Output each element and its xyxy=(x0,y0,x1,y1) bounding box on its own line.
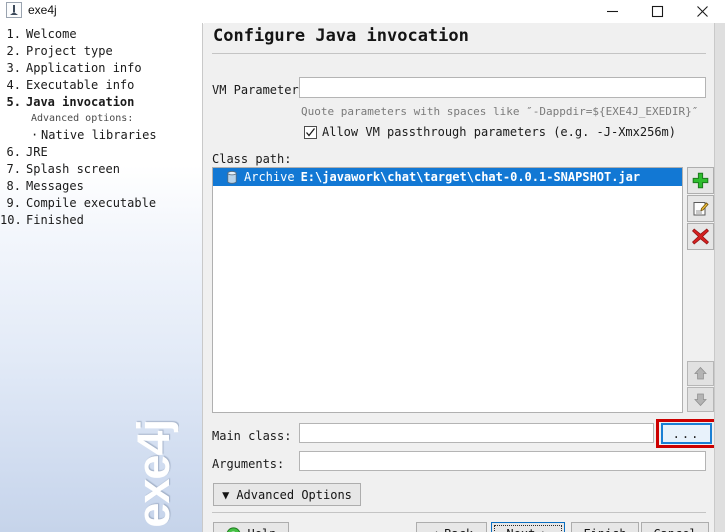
help-label: Help xyxy=(248,527,277,532)
move-classpath-entry-up-button[interactable] xyxy=(687,361,714,386)
step-label: Welcome xyxy=(26,27,77,41)
back-button[interactable]: ◀ Back xyxy=(416,522,487,532)
close-icon xyxy=(697,6,708,17)
substep-label: Native libraries xyxy=(41,128,157,142)
maximize-icon xyxy=(651,5,664,18)
footer-divider xyxy=(212,512,706,513)
sidebar-item-finished[interactable]: 10. Finished xyxy=(0,212,202,229)
sidebar-item-jre[interactable]: 6. JRE xyxy=(0,144,202,161)
exe4j-watermark: exe4j xyxy=(128,420,179,528)
cancel-label: Cancel xyxy=(653,527,696,532)
step-label: Compile executable xyxy=(26,196,157,210)
step-label: Messages xyxy=(26,179,84,193)
step-number: 9. xyxy=(6,196,21,210)
advanced-options-toggle[interactable]: ▼ Advanced Options xyxy=(213,483,361,506)
maximize-button[interactable] xyxy=(635,0,680,23)
close-button[interactable] xyxy=(680,0,725,23)
window-title: exe4j xyxy=(28,3,57,17)
sidebar-item-java-invocation[interactable]: 5. Java invocation xyxy=(0,94,202,111)
sidebar-item-splash-screen[interactable]: 7. Splash screen xyxy=(0,161,202,178)
step-number: 5. xyxy=(6,95,21,109)
title-divider xyxy=(212,53,706,54)
step-number: 10. xyxy=(0,213,22,227)
exe4j-wizard-window: exe4j 1. Welcome 2. Project type 3. Appl… xyxy=(0,0,725,532)
next-button[interactable]: Next ▶ xyxy=(491,522,565,532)
sidebar-item-executable-info[interactable]: 4. Executable info xyxy=(0,77,202,94)
step-label: JRE xyxy=(26,145,48,159)
class-path-entry-path: E:\javawork\chat\target\chat-0.0.1-SNAPS… xyxy=(300,170,641,184)
step-number: 8. xyxy=(6,179,21,193)
allow-vm-passthrough-checkbox[interactable] xyxy=(304,125,317,139)
exe4j-app-icon xyxy=(6,2,22,18)
help-button[interactable]: ? Help xyxy=(213,522,289,532)
title-bar: exe4j xyxy=(0,0,725,24)
main-class-label: Main class: xyxy=(212,429,292,443)
sidebar-item-project-type[interactable]: 2. Project type xyxy=(0,43,202,60)
step-label: Splash screen xyxy=(26,162,120,176)
main-class-input[interactable] xyxy=(299,423,654,443)
red-x-icon xyxy=(692,228,709,245)
step-list: 1. Welcome 2. Project type 3. Applicatio… xyxy=(0,26,202,229)
edit-classpath-entry-button[interactable] xyxy=(687,195,714,222)
back-label: Back xyxy=(444,527,473,532)
title-bar-left: exe4j xyxy=(6,2,57,18)
window-right-edge xyxy=(714,23,725,532)
wizard-content-panel: Configure Java invocation VM Parameters:… xyxy=(204,23,714,532)
page-title: Configure Java invocation xyxy=(213,26,469,46)
chevron-down-icon: ▼ xyxy=(222,487,230,502)
bullet-icon: · xyxy=(31,128,39,142)
class-path-label: Class path: xyxy=(212,152,292,166)
class-path-listbox[interactable]: Archive E:\javawork\chat\target\chat-0.0… xyxy=(212,167,683,413)
move-classpath-entry-down-button[interactable] xyxy=(687,387,714,412)
main-class-browse-button[interactable]: ... xyxy=(661,423,712,444)
window-controls xyxy=(590,0,725,23)
step-number: 7. xyxy=(6,162,21,176)
arguments-input[interactable] xyxy=(299,451,706,471)
allow-vm-passthrough-label: Allow VM passthrough parameters (e.g. -J… xyxy=(322,125,677,139)
sidebar-item-compile-executable[interactable]: 9. Compile executable xyxy=(0,195,202,212)
finish-button[interactable]: Finish xyxy=(571,522,639,532)
vm-parameters-label: VM Parameters: xyxy=(212,83,314,97)
step-label: Project type xyxy=(26,44,113,58)
caret-left-icon: ◀ xyxy=(430,527,437,532)
step-number: 2. xyxy=(6,44,21,58)
finish-label: Finish xyxy=(583,527,626,532)
arguments-label: Arguments: xyxy=(212,457,285,471)
edit-pencil-icon xyxy=(693,202,709,216)
wizard-step-sidebar: 1. Welcome 2. Project type 3. Applicatio… xyxy=(0,23,203,532)
sidebar-item-messages[interactable]: 8. Messages xyxy=(0,178,202,195)
class-path-entry-type: Archive xyxy=(244,170,295,184)
step-number: 6. xyxy=(6,145,21,159)
step-number: 4. xyxy=(6,78,21,92)
vm-parameters-hint: Quote parameters with spaces like ″-Dapp… xyxy=(301,105,699,118)
step-label: Executable info xyxy=(26,78,135,92)
step-label: Application info xyxy=(26,61,142,75)
allow-vm-passthrough-row[interactable]: Allow VM passthrough parameters (e.g. -J… xyxy=(304,125,676,139)
arrow-up-icon xyxy=(694,366,707,380)
remove-classpath-entry-button[interactable] xyxy=(687,223,714,250)
advanced-options-header: Advanced options: xyxy=(31,113,134,124)
vm-parameters-input[interactable] xyxy=(299,77,706,98)
sidebar-item-native-libraries[interactable]: · Native libraries xyxy=(0,127,202,144)
focus-outline xyxy=(494,525,562,532)
cancel-button[interactable]: Cancel xyxy=(641,522,709,532)
step-number: 1. xyxy=(6,27,21,41)
class-path-entry-row[interactable]: Archive E:\javawork\chat\target\chat-0.0… xyxy=(213,168,682,186)
add-classpath-entry-button[interactable] xyxy=(687,167,714,194)
sidebar-item-welcome[interactable]: 1. Welcome xyxy=(0,26,202,43)
advanced-options-label: Advanced Options xyxy=(236,487,352,502)
minimize-icon xyxy=(607,10,618,13)
help-circle-icon: ? xyxy=(226,526,241,532)
step-number: 3. xyxy=(6,61,21,75)
plus-icon xyxy=(692,172,709,189)
sidebar-item-application-info[interactable]: 3. Application info xyxy=(0,60,202,77)
step-label: Finished xyxy=(26,213,84,227)
checkmark-icon xyxy=(306,127,316,137)
arrow-down-icon xyxy=(694,393,707,407)
step-label: Java invocation xyxy=(26,95,135,109)
minimize-button[interactable] xyxy=(590,0,635,23)
jar-archive-icon xyxy=(226,170,238,184)
